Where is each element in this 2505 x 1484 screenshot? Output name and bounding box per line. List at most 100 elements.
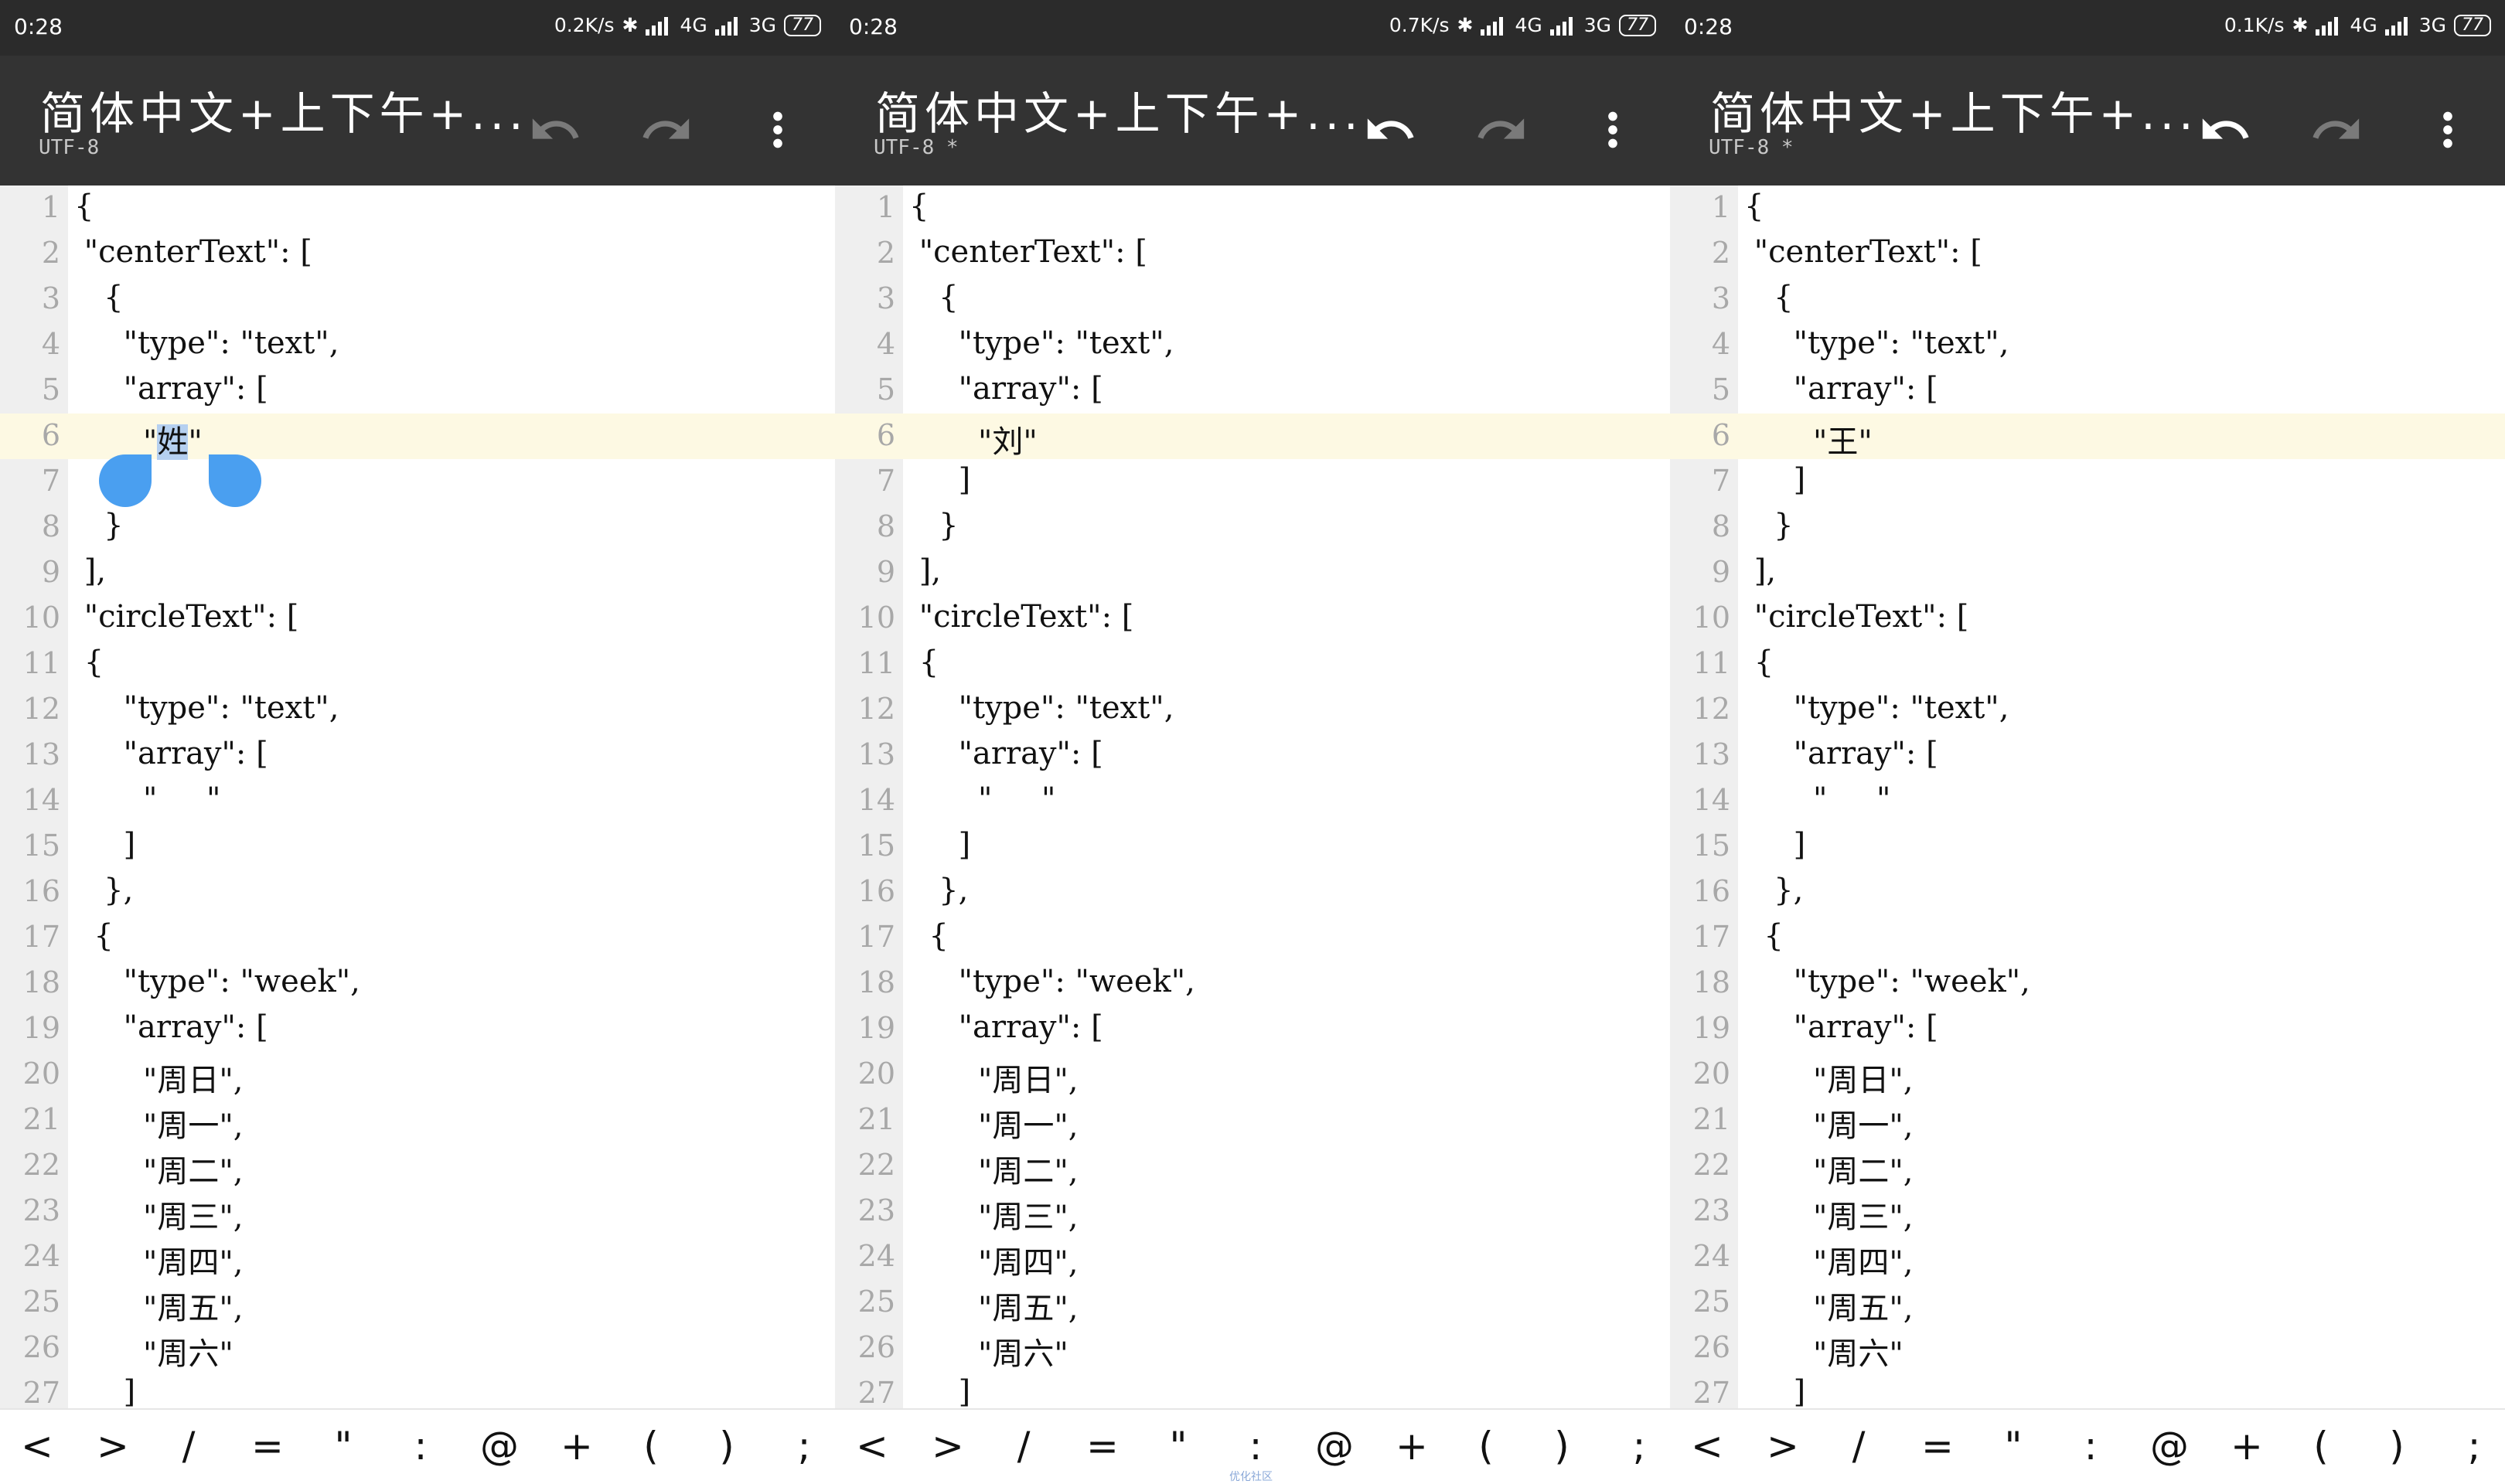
code-line[interactable]: 18 "type": "week", bbox=[835, 961, 1670, 1006]
code-line[interactable]: 27 ] bbox=[835, 1371, 1670, 1408]
code-line[interactable]: 10 "circleText": [ bbox=[0, 596, 835, 642]
selection-handle-end[interactable] bbox=[209, 454, 261, 507]
code-line[interactable]: 6 "刘" bbox=[835, 414, 1670, 460]
code-line[interactable]: 9 ], bbox=[1670, 550, 2505, 596]
symbol-key[interactable]: > bbox=[90, 1424, 136, 1469]
code-line[interactable]: 4 "type": "text", bbox=[835, 322, 1670, 368]
code-line[interactable]: 5 "array": [ bbox=[1670, 368, 2505, 414]
code-line[interactable]: 14 " " bbox=[835, 778, 1670, 824]
code-line[interactable]: 20 "周日", bbox=[1670, 1052, 2505, 1098]
symbol-key[interactable]: / bbox=[1000, 1424, 1047, 1469]
code-editor[interactable]: 1{2 "centerText": [3 {4 "type": "text", 5… bbox=[0, 186, 835, 1408]
symbol-key[interactable]: < bbox=[1684, 1424, 1730, 1469]
redo-button[interactable] bbox=[1463, 93, 1540, 170]
symbol-key[interactable]: @ bbox=[1311, 1424, 1358, 1469]
symbol-key[interactable]: ; bbox=[1616, 1424, 1662, 1469]
symbol-key[interactable]: > bbox=[925, 1424, 971, 1469]
code-line[interactable]: 23 "周三", bbox=[835, 1189, 1670, 1235]
code-line[interactable]: 17 { bbox=[0, 915, 835, 961]
code-line[interactable]: 20 "周日", bbox=[0, 1052, 835, 1098]
symbol-key[interactable]: = bbox=[1079, 1424, 1126, 1469]
code-line[interactable]: 2 "centerText": [ bbox=[835, 231, 1670, 277]
symbol-key[interactable]: > bbox=[1760, 1424, 1806, 1469]
symbol-key[interactable]: + bbox=[2224, 1424, 2270, 1469]
code-line[interactable]: 27 ] bbox=[0, 1371, 835, 1408]
code-line[interactable]: 11 { bbox=[0, 642, 835, 687]
code-line[interactable]: 19 "array": [ bbox=[1670, 1006, 2505, 1052]
code-line[interactable]: 19 "array": [ bbox=[835, 1006, 1670, 1052]
code-line[interactable]: 17 { bbox=[835, 915, 1670, 961]
code-line[interactable]: 6 "王" bbox=[1670, 414, 2505, 460]
code-line[interactable]: 16 }, bbox=[0, 870, 835, 915]
symbol-key[interactable]: : bbox=[397, 1424, 444, 1469]
symbol-key[interactable]: " bbox=[1155, 1424, 1201, 1469]
symbol-key[interactable]: : bbox=[1232, 1424, 1279, 1469]
symbol-key[interactable]: / bbox=[165, 1424, 212, 1469]
code-line[interactable]: 22 "周二", bbox=[1670, 1143, 2505, 1190]
code-line[interactable]: 21 "周一", bbox=[835, 1098, 1670, 1144]
symbol-key[interactable]: + bbox=[1389, 1424, 1435, 1469]
code-line[interactable]: 22 "周二", bbox=[835, 1143, 1670, 1190]
code-line[interactable]: 16 }, bbox=[1670, 870, 2505, 915]
symbol-key[interactable]: ( bbox=[2298, 1424, 2344, 1469]
code-line[interactable]: 3 { bbox=[1670, 277, 2505, 322]
code-line[interactable]: 4 "type": "text", bbox=[1670, 322, 2505, 368]
symbol-key[interactable]: ( bbox=[628, 1424, 674, 1469]
symbol-key[interactable]: ( bbox=[1463, 1424, 1509, 1469]
file-title[interactable]: 简体中文+上下午+... bbox=[1710, 77, 2198, 142]
file-title[interactable]: 简体中文+上下午+... bbox=[40, 77, 528, 142]
code-line[interactable]: 10 "circleText": [ bbox=[835, 596, 1670, 642]
symbol-key[interactable]: < bbox=[849, 1424, 895, 1469]
symbol-key[interactable]: ) bbox=[2374, 1424, 2420, 1469]
code-line[interactable]: 13 "array": [ bbox=[0, 733, 835, 778]
code-line[interactable]: 9 ], bbox=[0, 550, 835, 596]
code-line[interactable]: 22 "周二", bbox=[0, 1143, 835, 1190]
code-line[interactable]: 16 }, bbox=[835, 870, 1670, 915]
code-line[interactable]: 25 "周五", bbox=[0, 1280, 835, 1326]
redo-button[interactable] bbox=[628, 93, 705, 170]
code-line[interactable]: 15 ] bbox=[835, 824, 1670, 870]
code-line[interactable]: 13 "array": [ bbox=[835, 733, 1670, 778]
symbol-key[interactable]: ; bbox=[781, 1424, 827, 1469]
code-line[interactable]: 7 ] bbox=[835, 459, 1670, 505]
symbol-key[interactable]: ) bbox=[1539, 1424, 1585, 1469]
code-line[interactable]: 8 } bbox=[835, 505, 1670, 550]
undo-button[interactable] bbox=[1351, 93, 1429, 170]
symbol-key[interactable]: + bbox=[554, 1424, 600, 1469]
code-line[interactable]: 15 ] bbox=[0, 824, 835, 870]
symbol-key[interactable]: / bbox=[1835, 1424, 1882, 1469]
code-line[interactable]: 9 ], bbox=[835, 550, 1670, 596]
code-line[interactable]: 7 ] bbox=[1670, 459, 2505, 505]
code-line[interactable]: 26 "周六" bbox=[1670, 1326, 2505, 1372]
code-line[interactable]: 13 "array": [ bbox=[1670, 733, 2505, 778]
code-line[interactable]: 17 { bbox=[1670, 915, 2505, 961]
code-line[interactable]: 11 { bbox=[1670, 642, 2505, 687]
code-line[interactable]: 8 } bbox=[0, 505, 835, 550]
code-line[interactable]: 2 "centerText": [ bbox=[1670, 231, 2505, 277]
code-line[interactable]: 12 "type": "text", bbox=[0, 687, 835, 733]
undo-button[interactable] bbox=[2186, 93, 2264, 170]
symbol-key[interactable]: = bbox=[244, 1424, 291, 1469]
code-line[interactable]: 14 " " bbox=[0, 778, 835, 824]
symbol-key[interactable]: @ bbox=[2146, 1424, 2193, 1469]
code-line[interactable]: 5 "array": [ bbox=[0, 368, 835, 414]
code-line[interactable]: 4 "type": "text", bbox=[0, 322, 835, 368]
code-line[interactable]: 8 } bbox=[1670, 505, 2505, 550]
code-line[interactable]: 15 ] bbox=[1670, 824, 2505, 870]
code-line[interactable]: 6 "姓" bbox=[0, 414, 835, 460]
symbol-key[interactable]: = bbox=[1914, 1424, 1961, 1469]
code-line[interactable]: 26 "周六" bbox=[0, 1326, 835, 1372]
code-line[interactable]: 24 "周四", bbox=[1670, 1234, 2505, 1281]
code-line[interactable]: 23 "周三", bbox=[0, 1189, 835, 1235]
symbol-key[interactable]: ; bbox=[2451, 1424, 2497, 1469]
code-line[interactable]: 24 "周四", bbox=[835, 1234, 1670, 1281]
code-editor[interactable]: 1{2 "centerText": [3 {4 "type": "text", 5… bbox=[1670, 186, 2505, 1408]
code-line[interactable]: 23 "周三", bbox=[1670, 1189, 2505, 1235]
code-line[interactable]: 20 "周日", bbox=[835, 1052, 1670, 1098]
symbol-key[interactable]: ) bbox=[704, 1424, 750, 1469]
symbol-key[interactable]: < bbox=[14, 1424, 60, 1469]
code-line[interactable]: 5 "array": [ bbox=[835, 368, 1670, 414]
code-line[interactable]: 19 "array": [ bbox=[0, 1006, 835, 1052]
code-line[interactable]: 1{ bbox=[1670, 186, 2505, 231]
code-line[interactable]: 18 "type": "week", bbox=[1670, 961, 2505, 1006]
